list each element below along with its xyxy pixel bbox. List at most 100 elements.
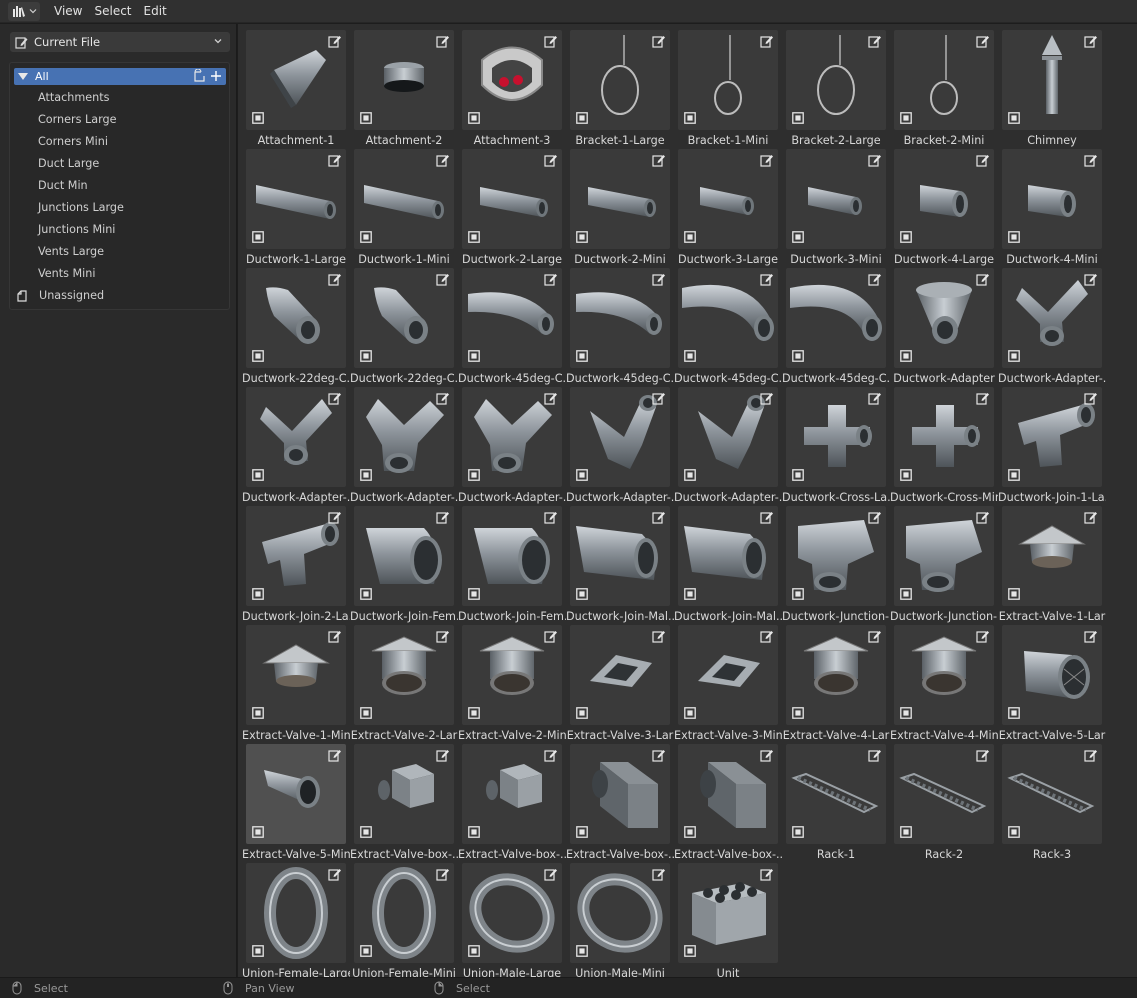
asset-label[interactable]: Ductwork-4-Large [890, 253, 998, 266]
asset-label[interactable]: Bracket-1-Large [566, 134, 674, 147]
asset-tile-extract-valve-4-lar[interactable] [786, 625, 886, 725]
checkbox-icon[interactable] [576, 469, 588, 481]
checkbox-icon[interactable] [1008, 350, 1020, 362]
asset-label[interactable]: Extract-Valve-box-... [350, 848, 458, 861]
checkbox-icon[interactable] [360, 350, 372, 362]
asset-label[interactable]: Ductwork-2-Mini [566, 253, 674, 266]
checkbox-icon[interactable] [1008, 588, 1020, 600]
asset-label[interactable]: Extract-Valve-1-Lar [998, 610, 1106, 623]
asset-label[interactable]: Ductwork-Join-1-La... [998, 491, 1106, 504]
asset-label[interactable]: Ductwork-3-Mini [782, 253, 890, 266]
asset-tile-extract-valve-2-lar[interactable] [354, 625, 454, 725]
asset-label[interactable]: Ductwork-Join-2-La... [242, 610, 350, 623]
asset-tile-extract-valve-3-mini[interactable] [678, 625, 778, 725]
asset-label[interactable]: Ductwork-4-Mini [998, 253, 1106, 266]
catalog-item-corners-large[interactable]: Corners Large [38, 113, 117, 126]
asset-label[interactable]: Attachment-1 [242, 134, 350, 147]
checkbox-icon[interactable] [252, 350, 264, 362]
asset-tile-ductwork-join-fem[interactable] [462, 506, 562, 606]
asset-label[interactable]: Bracket-1-Mini [674, 134, 782, 147]
checkbox-icon[interactable] [576, 945, 588, 957]
asset-tile-ductwork-2-mini[interactable] [570, 149, 670, 249]
asset-label[interactable]: Ductwork-22deg-C... [350, 372, 458, 385]
checkbox-icon[interactable] [792, 469, 804, 481]
asset-label[interactable]: Extract-Valve-4-Mini [890, 729, 998, 742]
asset-tile-ductwork-adapter[interactable] [354, 387, 454, 487]
asset-label[interactable]: Extract-Valve-box-... [458, 848, 566, 861]
asset-tile-bracket-2-mini[interactable] [894, 30, 994, 130]
asset-tile-rack-2[interactable] [894, 744, 994, 844]
asset-tile-ductwork-adapter[interactable] [894, 268, 994, 368]
checkbox-icon[interactable] [468, 826, 480, 838]
asset-label[interactable]: Ductwork-Adapter [890, 372, 998, 385]
asset-label[interactable]: Ductwork-2-Large [458, 253, 566, 266]
checkbox-icon[interactable] [252, 231, 264, 243]
checkbox-icon[interactable] [468, 231, 480, 243]
asset-tile-extract-valve-4-mini[interactable] [894, 625, 994, 725]
asset-tile-bracket-1-large[interactable] [570, 30, 670, 130]
checkbox-icon[interactable] [684, 588, 696, 600]
asset-tile-extract-valve-3-lar[interactable] [570, 625, 670, 725]
asset-label[interactable]: Ductwork-Adapter-... [458, 491, 566, 504]
asset-tile-union-female-large[interactable] [246, 863, 346, 963]
checkbox-icon[interactable] [792, 112, 804, 124]
checkbox-icon[interactable] [900, 469, 912, 481]
menu-view[interactable]: View [54, 2, 82, 20]
checkbox-icon[interactable] [576, 707, 588, 719]
checkbox-icon[interactable] [1008, 231, 1020, 243]
catalog-item-all[interactable]: All [14, 68, 226, 85]
checkbox-icon[interactable] [468, 945, 480, 957]
checkbox-icon[interactable] [900, 112, 912, 124]
new-catalog-icon[interactable] [192, 69, 208, 83]
asset-tile-ductwork-1-large[interactable] [246, 149, 346, 249]
asset-tile-bracket-1-mini[interactable] [678, 30, 778, 130]
checkbox-icon[interactable] [684, 350, 696, 362]
checkbox-icon[interactable] [792, 350, 804, 362]
checkbox-icon[interactable] [900, 826, 912, 838]
checkbox-icon[interactable] [468, 350, 480, 362]
catalog-item-vents-large[interactable]: Vents Large [38, 245, 104, 258]
catalog-item-attachments[interactable]: Attachments [38, 91, 109, 104]
checkbox-icon[interactable] [360, 588, 372, 600]
asset-label[interactable]: Ductwork-45deg-C... [566, 372, 674, 385]
asset-label[interactable]: Ductwork-Junction-... [890, 610, 998, 623]
asset-tile-ductwork-adapter[interactable] [678, 387, 778, 487]
asset-tile-ductwork-45deg-c[interactable] [678, 268, 778, 368]
asset-label[interactable]: Bracket-2-Mini [890, 134, 998, 147]
asset-label[interactable]: Extract-Valve-box-... [674, 848, 782, 861]
add-icon[interactable] [210, 70, 222, 82]
checkbox-icon[interactable] [360, 231, 372, 243]
asset-label[interactable]: Extract-Valve-4-Lar [782, 729, 890, 742]
asset-label[interactable]: Ductwork-Adapter-... [674, 491, 782, 504]
asset-label[interactable]: Ductwork-Adapter-... [566, 491, 674, 504]
asset-tile-unit[interactable] [678, 863, 778, 963]
checkbox-icon[interactable] [1008, 469, 1020, 481]
checkbox-icon[interactable] [468, 707, 480, 719]
checkbox-icon[interactable] [684, 945, 696, 957]
asset-tile-chimney[interactable] [1002, 30, 1102, 130]
asset-tile-ductwork-adapter[interactable] [246, 387, 346, 487]
triangle-down-icon[interactable] [18, 73, 28, 80]
asset-label[interactable]: Extract-Valve-5-Mini [242, 848, 350, 861]
asset-tile-ductwork-junction[interactable] [894, 506, 994, 606]
asset-label[interactable]: Extract-Valve-box-... [566, 848, 674, 861]
checkbox-icon[interactable] [900, 231, 912, 243]
asset-label[interactable]: Ductwork-Join-Fem... [350, 610, 458, 623]
checkbox-icon[interactable] [900, 588, 912, 600]
checkbox-icon[interactable] [684, 826, 696, 838]
asset-tile-extract-valve-box[interactable] [570, 744, 670, 844]
checkbox-icon[interactable] [252, 588, 264, 600]
checkbox-icon[interactable] [792, 231, 804, 243]
asset-tile-extract-valve-box[interactable] [354, 744, 454, 844]
asset-label[interactable]: Rack-3 [998, 848, 1106, 861]
asset-label[interactable]: Ductwork-45deg-C... [782, 372, 890, 385]
checkbox-icon[interactable] [360, 707, 372, 719]
checkbox-icon[interactable] [792, 707, 804, 719]
checkbox-icon[interactable] [684, 707, 696, 719]
asset-label[interactable]: Bracket-2-Large [782, 134, 890, 147]
asset-tile-ductwork-cross-la[interactable] [786, 387, 886, 487]
asset-tile-extract-valve-2-mini[interactable] [462, 625, 562, 725]
catalog-item-duct-min[interactable]: Duct Min [38, 179, 88, 192]
asset-tile-ductwork-45deg-c[interactable] [786, 268, 886, 368]
asset-tile-ductwork-junction[interactable] [786, 506, 886, 606]
